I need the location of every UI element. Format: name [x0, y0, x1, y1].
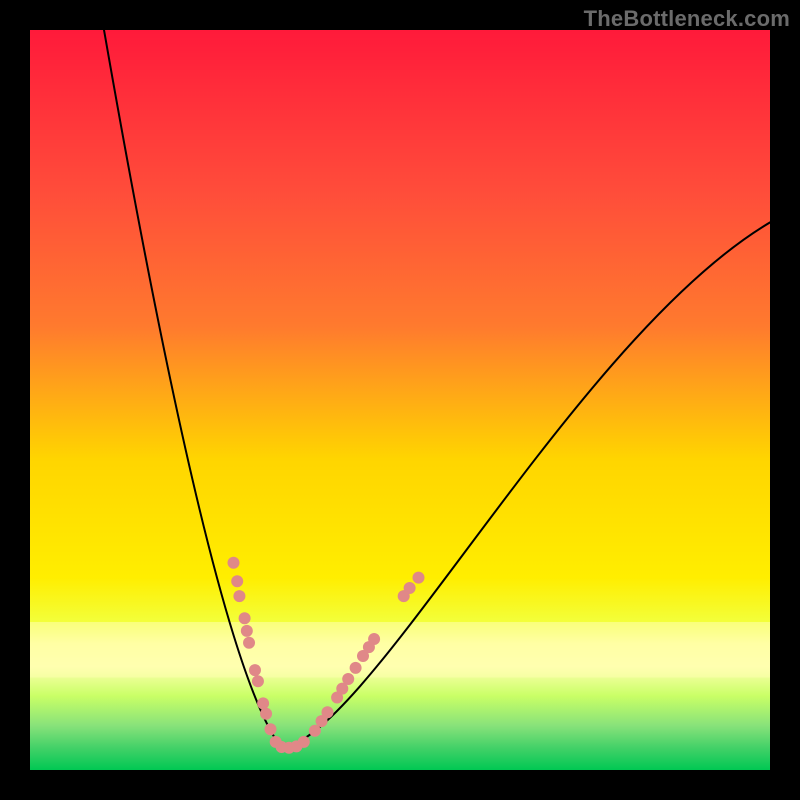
- data-point: [233, 590, 245, 602]
- data-point: [257, 697, 269, 709]
- plot-area: [30, 30, 770, 770]
- data-point: [350, 662, 362, 674]
- data-point: [404, 582, 416, 594]
- data-point: [249, 664, 261, 676]
- bottleneck-chart-svg: [30, 30, 770, 770]
- data-point: [252, 675, 264, 687]
- data-point: [239, 612, 251, 624]
- watermark-text: TheBottleneck.com: [584, 6, 790, 32]
- pale-band: [30, 622, 770, 678]
- data-point: [413, 572, 425, 584]
- data-point: [368, 633, 380, 645]
- data-point: [243, 637, 255, 649]
- data-point: [321, 706, 333, 718]
- data-point: [231, 575, 243, 587]
- data-point: [260, 708, 272, 720]
- chart-stage: TheBottleneck.com: [0, 0, 800, 800]
- data-point: [228, 557, 240, 569]
- data-point: [298, 736, 310, 748]
- data-point: [265, 723, 277, 735]
- data-point: [241, 625, 253, 637]
- data-point: [342, 673, 354, 685]
